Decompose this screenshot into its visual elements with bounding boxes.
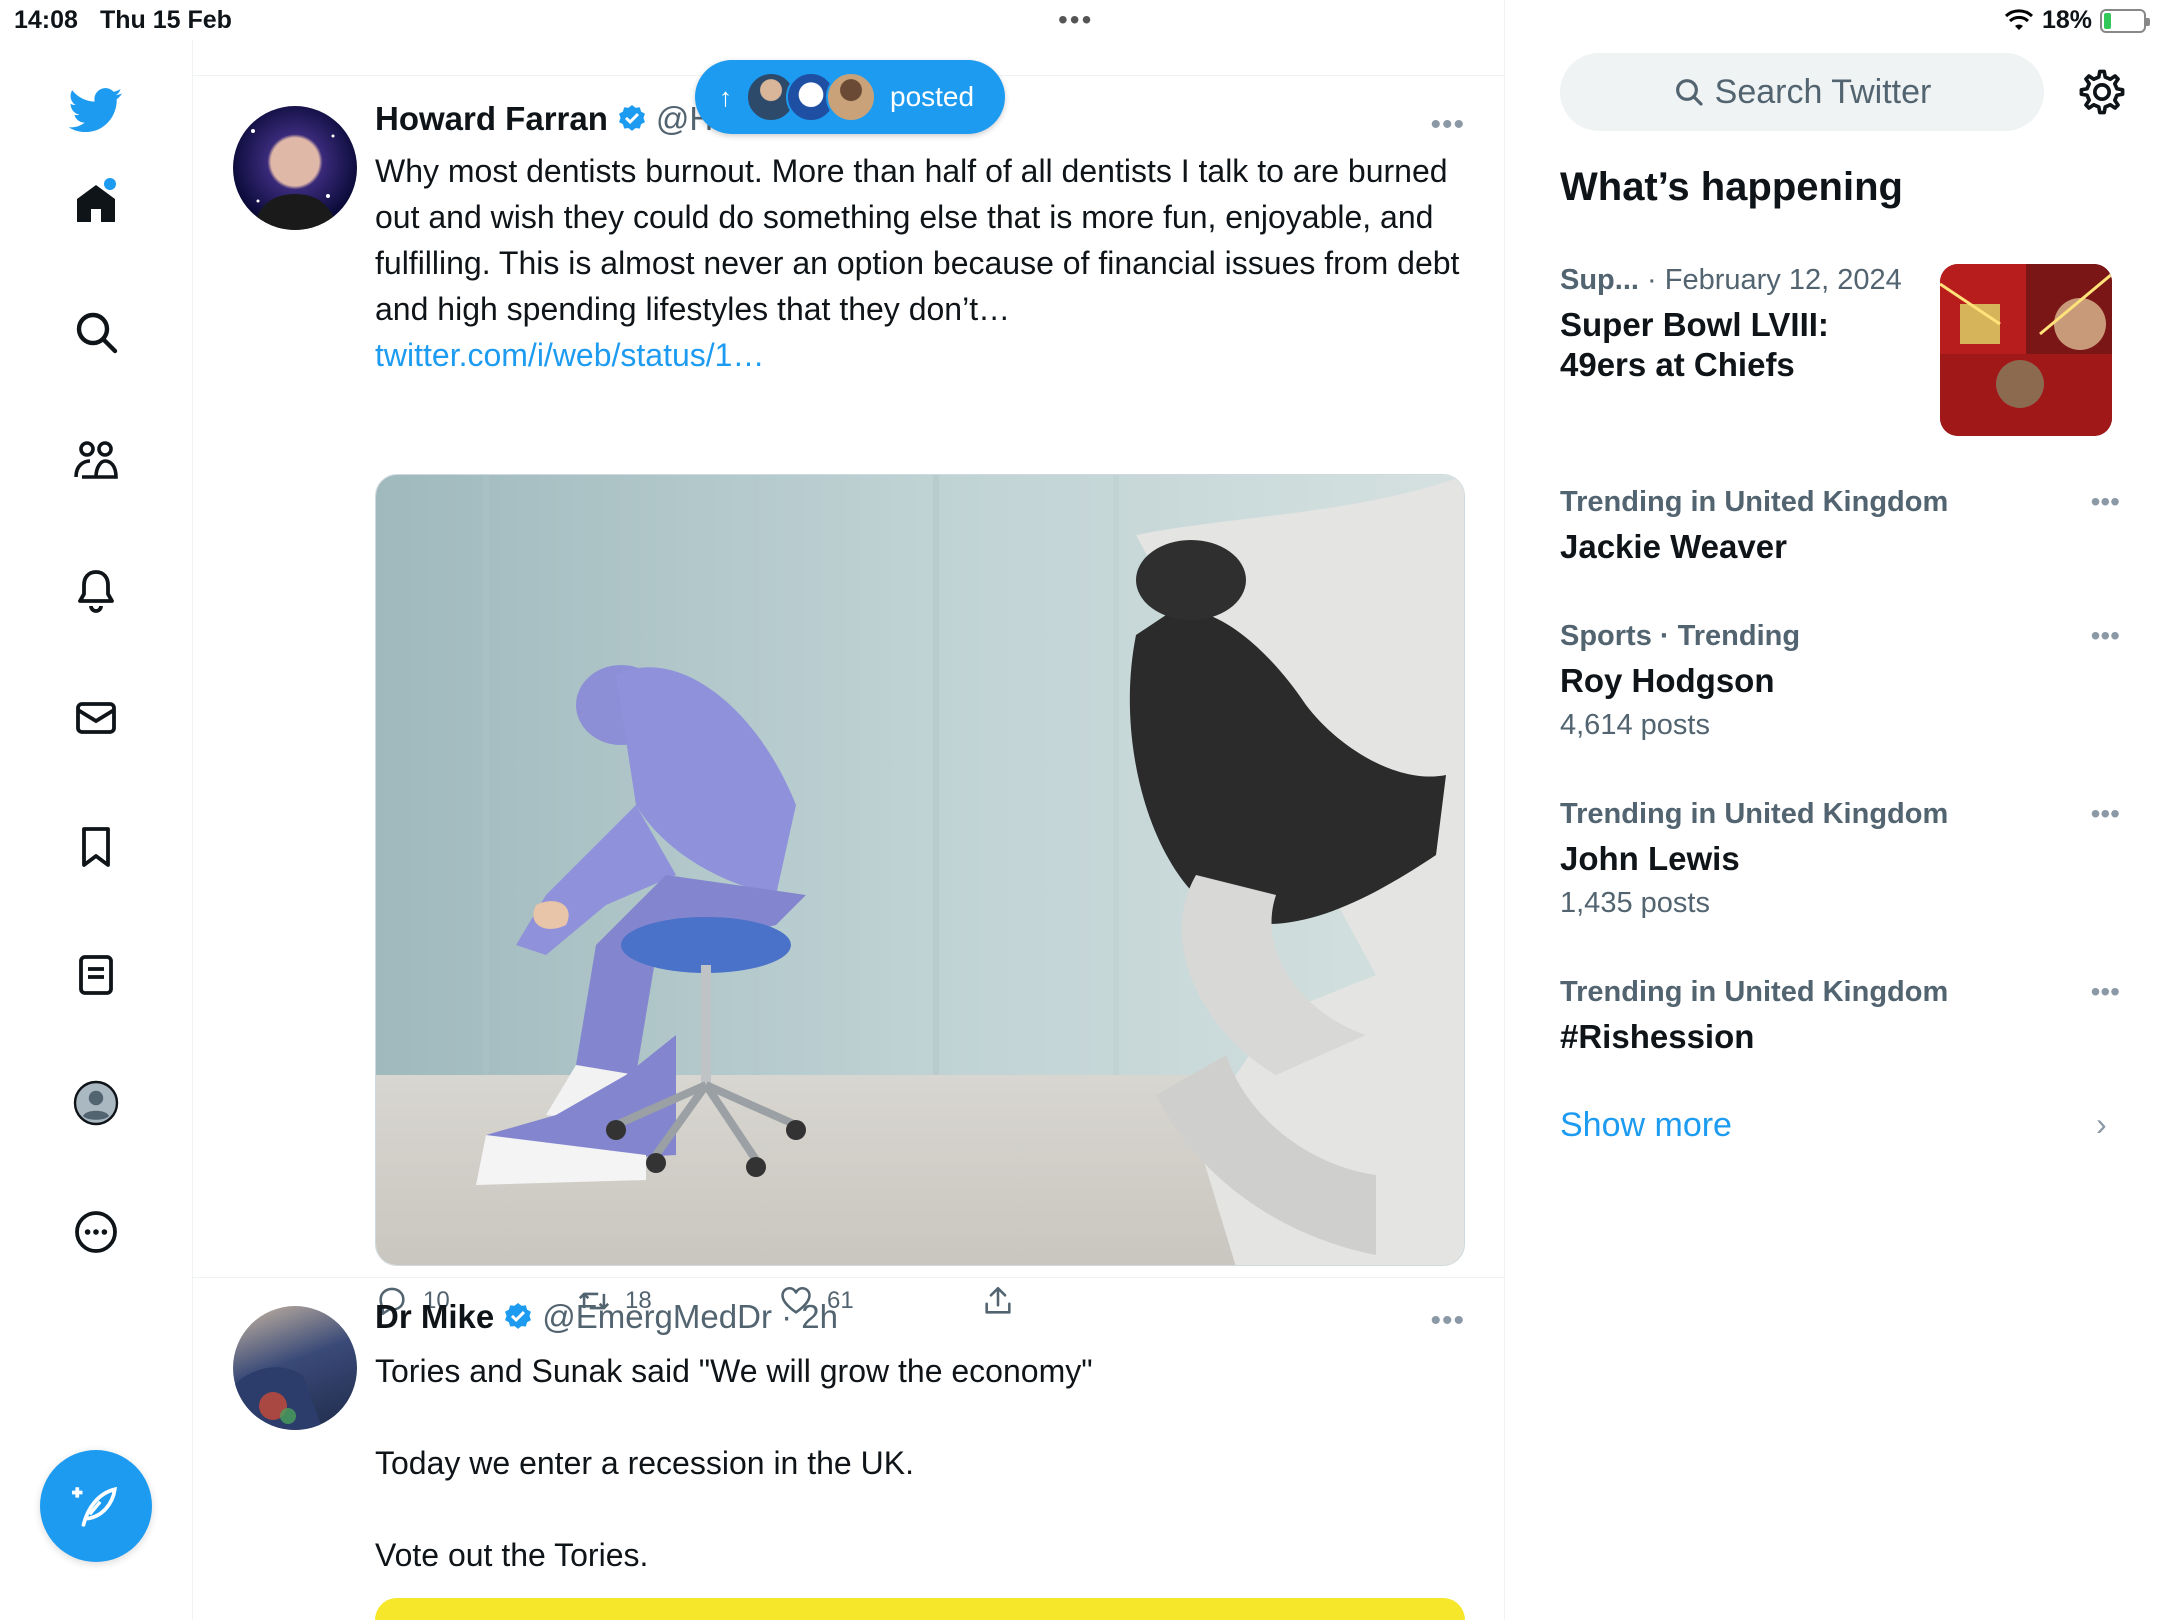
- trend-title: Roy Hodgson: [1560, 662, 1775, 699]
- search-icon: [1675, 79, 1703, 106]
- tweet-more-icon[interactable]: •••: [1430, 1304, 1465, 1338]
- trend-title: Jackie Weaver: [1560, 528, 1787, 565]
- tweet-text: Why most dentists burnout. More than hal…: [375, 148, 1465, 378]
- tweet-link[interactable]: twitter.com/i/web/status/1…: [375, 337, 764, 373]
- trend-title: John Lewis: [1560, 840, 1740, 877]
- battery-icon: [2100, 8, 2150, 33]
- nav-lists[interactable]: [56, 935, 136, 1015]
- wifi-icon: [2004, 8, 2033, 30]
- nav-bookmarks[interactable]: [56, 807, 136, 887]
- posted-label: posted: [890, 81, 975, 112]
- trend-title: #Rishession: [1560, 1018, 1755, 1055]
- right-sidebar: Search Twitter What’s happening Sup... ·…: [1506, 40, 2160, 1620]
- tweet-media-image[interactable]: [375, 474, 1465, 1266]
- mail-icon: [76, 702, 116, 734]
- chevron-right-icon[interactable]: ›: [2096, 1106, 2107, 1143]
- whats-happening-heading: What’s happening: [1560, 165, 1903, 209]
- gear-icon[interactable]: [2076, 66, 2128, 118]
- trend-item[interactable]: Trending in United Kingdom Jackie Weaver…: [1560, 486, 2120, 567]
- tweet-line: Today we enter a recession in the UK.: [375, 1445, 914, 1481]
- profile-avatar-icon: [73, 1080, 119, 1126]
- trend-meta: Trending in United Kingdom: [1560, 976, 1949, 1008]
- search-icon: [76, 312, 118, 354]
- avatar[interactable]: [233, 1306, 357, 1430]
- search-input[interactable]: Search Twitter: [1560, 53, 2044, 131]
- tweet-more-icon[interactable]: •••: [1430, 108, 1465, 142]
- trend-count: 4,614 posts: [1560, 709, 1710, 741]
- pill-avatars: [746, 72, 876, 122]
- trend-count: 1,435 posts: [1560, 887, 1710, 919]
- new-posts-dot: [104, 178, 116, 190]
- trend-more-icon[interactable]: •••: [2091, 486, 2120, 518]
- show-more-link[interactable]: Show more: [1560, 1106, 1732, 1145]
- tweet-header: Dr Mike @EmergMedDr · 2h: [375, 1298, 838, 1336]
- verified-badge-icon: [505, 1303, 532, 1329]
- twitter-logo-icon[interactable]: [56, 70, 136, 150]
- nav-profile[interactable]: [56, 1063, 136, 1143]
- trend-more-icon[interactable]: •••: [2091, 620, 2120, 652]
- bell-icon: [78, 570, 114, 613]
- trend-thumbnail-image[interactable]: [1940, 264, 2112, 436]
- tweet-line: Vote out the Tories.: [375, 1537, 649, 1573]
- trend-item[interactable]: Trending in United Kingdom John Lewis 1,…: [1560, 798, 2120, 920]
- bookmark-icon: [82, 827, 110, 867]
- nav-communities[interactable]: [56, 421, 136, 501]
- tweet-header: Howard Farran @H: [375, 100, 713, 138]
- compose-feather-icon: [72, 1486, 118, 1527]
- compose-tweet-button[interactable]: [40, 1450, 152, 1562]
- search-placeholder: Search Twitter: [1714, 72, 1932, 111]
- pill-avatar: [826, 72, 876, 122]
- trend-meta: Trending in United Kingdom: [1560, 798, 1949, 830]
- arrow-up-icon: ↑: [719, 81, 732, 112]
- trend-meta: Sports · Trending: [1560, 620, 1801, 652]
- status-time: 14:08: [14, 6, 78, 34]
- tweet-dr-mike[interactable]: Dr Mike @EmergMedDr · 2h ••• Tories and …: [193, 1278, 1504, 1620]
- nav-more[interactable]: [56, 1192, 136, 1272]
- new-posts-pill[interactable]: ↑ posted: [695, 60, 1005, 134]
- trend-meta: Trending in United Kingdom: [1560, 486, 1949, 518]
- trend-item[interactable]: Sports · Trending Roy Hodgson 4,614 post…: [1560, 620, 2120, 742]
- tweet-howard-farran[interactable]: Howard Farran @H ••• Why most dentists b…: [193, 76, 1504, 1316]
- nav-messages[interactable]: [56, 678, 136, 758]
- trend-category: Sup...: [1560, 264, 1639, 296]
- trend-more-icon[interactable]: •••: [2091, 798, 2120, 830]
- timeline: ↑ posted Howard Farran @H ••• Why most d…: [193, 0, 1505, 1620]
- tweet-line: Tories and Sunak said "We will grow the …: [375, 1353, 1093, 1389]
- tweet-media-image[interactable]: [375, 1598, 1465, 1620]
- communities-icon: [74, 441, 118, 479]
- nav-notifications[interactable]: [56, 550, 136, 630]
- battery-percent: 18%: [2041, 6, 2092, 34]
- tweet-body: Why most dentists burnout. More than hal…: [375, 153, 1460, 327]
- more-circle-icon: [75, 1211, 117, 1253]
- avatar[interactable]: [233, 106, 357, 230]
- author-handle[interactable]: @EmergMedDr · 2h: [542, 1298, 838, 1336]
- author-name[interactable]: Dr Mike: [375, 1298, 494, 1336]
- left-nav: [0, 40, 193, 1620]
- trend-more-icon[interactable]: •••: [2091, 976, 2120, 1008]
- trend-item[interactable]: Trending in United Kingdom #Rishession •…: [1560, 976, 2120, 1057]
- verified-badge-icon: [618, 105, 645, 131]
- nav-home[interactable]: [56, 164, 136, 244]
- status-indicators: 18%: [2004, 6, 2150, 35]
- trend-date: · February 12, 2024: [1647, 264, 1902, 296]
- tweet-text: Tories and Sunak said "We will grow the …: [375, 1348, 1465, 1578]
- lists-icon: [79, 955, 113, 995]
- nav-explore[interactable]: [56, 292, 136, 372]
- author-name[interactable]: Howard Farran: [375, 100, 608, 138]
